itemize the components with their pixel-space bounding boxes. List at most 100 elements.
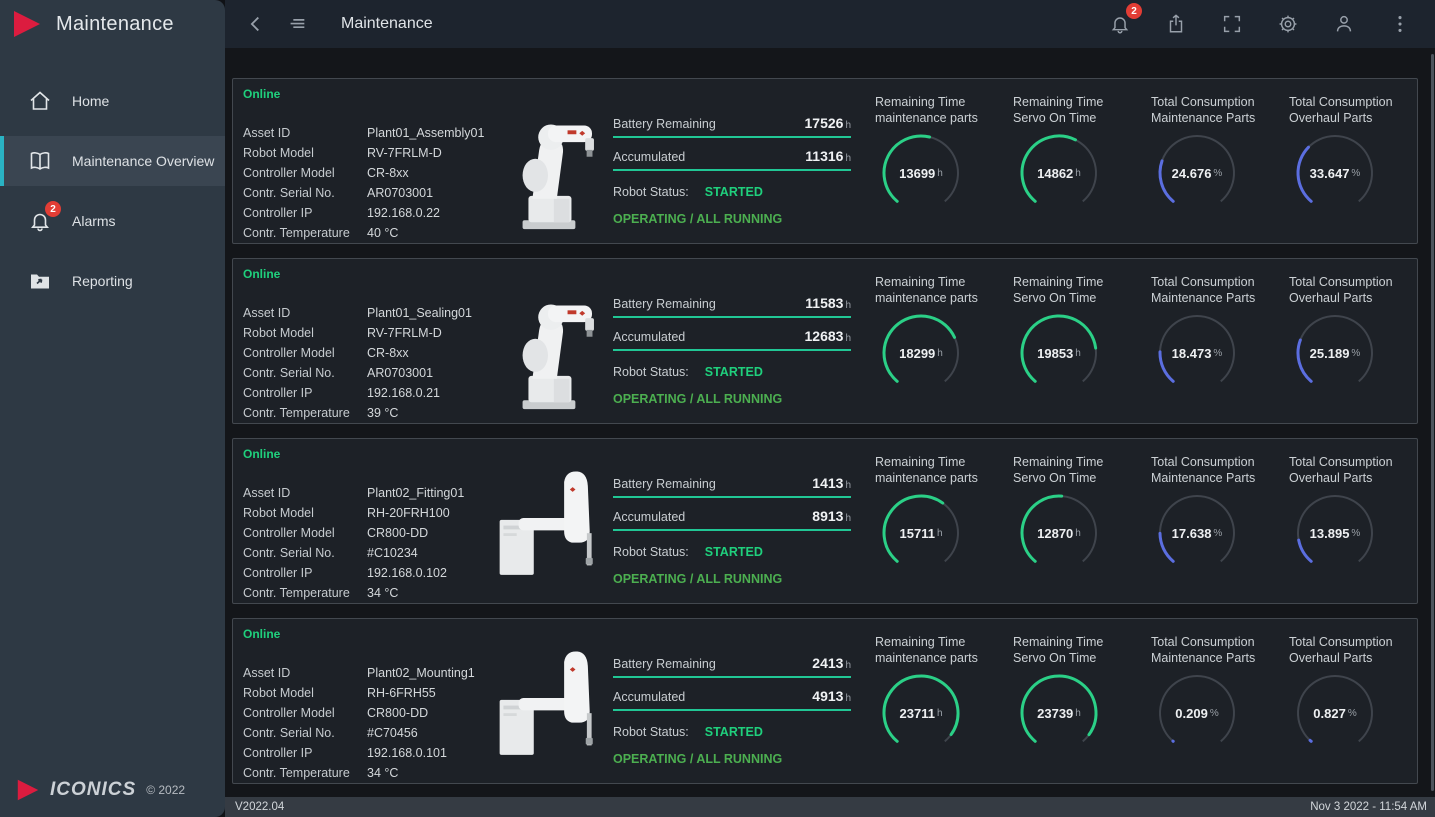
operating-status: OPERATING / ALL RUNNING (613, 572, 851, 586)
back-button[interactable] (243, 11, 269, 37)
gauge-title: Total ConsumptionMaintenance Parts (1141, 94, 1279, 127)
info-label: Asset ID (243, 306, 367, 320)
asset-info-table: Asset ID Plant01_Assembly01 Robot Model … (233, 79, 483, 243)
battery-remaining-label: Battery Remaining (613, 477, 716, 491)
kebab-menu-icon (1389, 13, 1411, 35)
info-label: Contr. Serial No. (243, 726, 367, 740)
gauges-row: Remaining Timemaintenance parts 23711h R… (865, 619, 1417, 783)
gauge-value: 17.638% (1153, 489, 1241, 577)
info-row-asset-id: Asset ID Plant02_Fitting01 (243, 483, 483, 503)
sidebar: Maintenance Home Maintenance Overview 2 (0, 0, 225, 817)
gauge-dial: 13699h (877, 129, 965, 217)
accumulated-value: 12683h (805, 328, 852, 344)
gauge-value: 33.647% (1291, 129, 1379, 217)
robot-asset-card: Online Asset ID Plant01_Assembly01 Robot… (232, 78, 1418, 244)
user-button[interactable] (1331, 11, 1357, 37)
chevron-left-icon (245, 13, 267, 35)
gauge-consumption-maintenance: Total ConsumptionMaintenance Parts 17.63… (1141, 454, 1279, 603)
gauge-title: Total ConsumptionMaintenance Parts (1141, 274, 1279, 307)
info-label: Controller Model (243, 166, 367, 180)
gauge-value: 23711h (877, 669, 965, 757)
robot-status-label: Robot Status: (613, 365, 689, 379)
robot-status-value: STARTED (705, 725, 763, 739)
sidebar-item-alarms[interactable]: 2 Alarms (0, 196, 225, 246)
status-badge: Online (243, 87, 280, 101)
gauge-title: Remaining TimeServo On Time (1003, 454, 1141, 487)
sidebar-item-home[interactable]: Home (0, 76, 225, 126)
robot-asset-card: Online Asset ID Plant02_Fitting01 Robot … (232, 438, 1418, 604)
info-row-ip: Controller IP 192.168.0.101 (243, 743, 483, 763)
accumulated-bar (613, 169, 851, 171)
share-button[interactable] (1163, 11, 1189, 37)
gauge-title: Remaining TimeServo On Time (1003, 94, 1141, 127)
info-value: 192.168.0.21 (367, 386, 440, 400)
gauge-remaining-servo: Remaining TimeServo On Time 19853h (1003, 274, 1141, 423)
gauge-remaining-maintenance: Remaining Timemaintenance parts 23711h (865, 634, 1003, 783)
brand-wordmark: ICONICS (50, 779, 136, 801)
battery-remaining-row: Battery Remaining 2413h (613, 655, 851, 676)
app-window: Maintenance Home Maintenance Overview 2 (0, 0, 1435, 817)
status-badge: Online (243, 267, 280, 281)
battery-remaining-value: 2413h (812, 655, 851, 671)
nav-menu-button[interactable] (283, 11, 311, 37)
info-label: Controller IP (243, 386, 367, 400)
accumulated-label: Accumulated (613, 690, 685, 704)
gauge-value: 14862h (1015, 129, 1103, 217)
robot-status-row: Robot Status: STARTED (613, 725, 851, 739)
info-row-asset-id: Asset ID Plant02_Mounting1 (243, 663, 483, 683)
fullscreen-button[interactable] (1219, 11, 1245, 37)
more-button[interactable] (1387, 11, 1413, 37)
gauge-title: Total ConsumptionMaintenance Parts (1141, 454, 1279, 487)
sidebar-footer: ICONICS © 2022 (0, 779, 225, 817)
info-row-temperature: Contr. Temperature 34 °C (243, 583, 483, 603)
info-row-controller-model: Controller Model CR-8xx (243, 343, 483, 363)
vertical-scrollbar[interactable] (1431, 54, 1434, 791)
person-icon (1333, 13, 1355, 35)
gauge-value: 19853h (1015, 309, 1103, 397)
info-value: RV-7FRLM-D (367, 326, 442, 340)
robot-status-row: Robot Status: STARTED (613, 185, 851, 199)
gauge-dial: 25.189% (1291, 309, 1379, 397)
gauge-value: 25.189% (1291, 309, 1379, 397)
gauge-consumption-maintenance: Total ConsumptionMaintenance Parts 0.209… (1141, 634, 1279, 783)
version-text: V2022.04 (235, 801, 284, 813)
fullscreen-icon (1221, 13, 1243, 35)
report-folder-icon (28, 269, 52, 293)
settings-button[interactable] (1275, 11, 1301, 37)
gauge-consumption-overhaul: Total ConsumptionOverhaul Parts 33.647% (1279, 94, 1417, 243)
gauge-value: 0.209% (1153, 669, 1241, 757)
gauge-dial: 33.647% (1291, 129, 1379, 217)
copyright-text: © 2022 (146, 783, 185, 797)
info-label: Controller IP (243, 206, 367, 220)
book-icon (28, 149, 52, 173)
info-value: 192.168.0.22 (367, 206, 440, 220)
notifications-button[interactable]: 2 (1107, 11, 1133, 37)
gauge-dial: 23711h (877, 669, 965, 757)
info-label: Controller Model (243, 706, 367, 720)
gauge-title: Remaining TimeServo On Time (1003, 634, 1141, 667)
sidebar-item-maintenance-overview[interactable]: Maintenance Overview (0, 136, 225, 186)
battery-block: Battery Remaining 1413h Accumulated 8913… (613, 439, 851, 603)
sidebar-item-reporting[interactable]: Reporting (0, 256, 225, 306)
battery-remaining-bar (613, 136, 851, 138)
gauge-dial: 0.209% (1153, 669, 1241, 757)
gauge-value: 18.473% (1153, 309, 1241, 397)
robot-status-value: STARTED (705, 545, 763, 559)
info-value: 192.168.0.101 (367, 746, 447, 760)
info-value: CR-8xx (367, 166, 409, 180)
info-label: Controller IP (243, 566, 367, 580)
info-row-controller-model: Controller Model CR-8xx (243, 163, 483, 183)
accumulated-bar (613, 529, 851, 531)
gauges-row: Remaining Timemaintenance parts 13699h R… (865, 79, 1417, 243)
info-row-robot-model: Robot Model RV-7FRLM-D (243, 143, 483, 163)
gauge-value: 12870h (1015, 489, 1103, 577)
gauge-title: Total ConsumptionOverhaul Parts (1279, 94, 1417, 127)
info-row-serial: Contr. Serial No. #C10234 (243, 543, 483, 563)
topbar: Maintenance 2 (225, 0, 1435, 48)
battery-remaining-bar (613, 496, 851, 498)
info-value: 39 °C (367, 406, 398, 420)
gauge-value: 15711h (877, 489, 965, 577)
gauge-title: Total ConsumptionOverhaul Parts (1279, 634, 1417, 667)
status-badge: Online (243, 447, 280, 461)
accumulated-value: 8913h (812, 508, 851, 524)
